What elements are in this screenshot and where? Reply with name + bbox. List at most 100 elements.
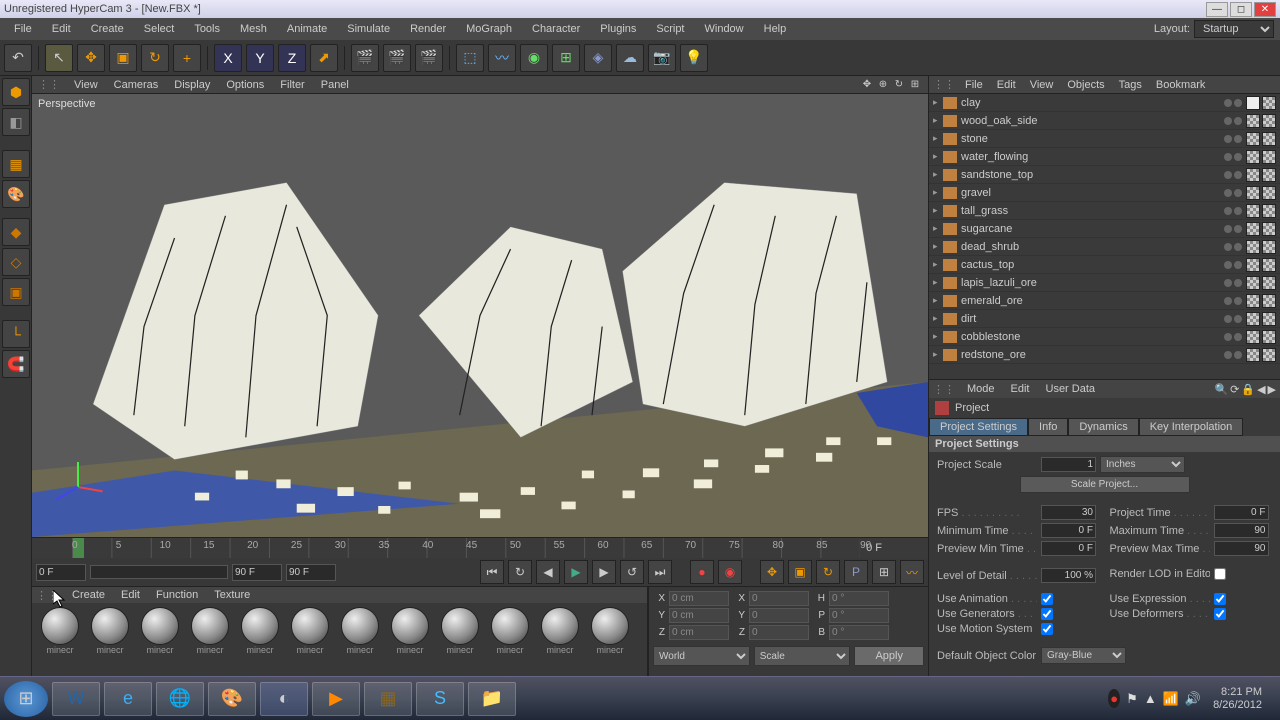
key-scale-button[interactable]: ▣ xyxy=(788,560,812,584)
goto-start-button[interactable]: ⏮ xyxy=(480,560,504,584)
coord-h[interactable] xyxy=(829,591,889,606)
vpmenu-cameras[interactable]: Cameras xyxy=(108,77,165,93)
axis-mode[interactable]: └ xyxy=(2,320,30,348)
z-axis-lock[interactable]: Z xyxy=(278,44,306,72)
loop2-button[interactable]: ↺ xyxy=(620,560,644,584)
attrmenu-user-data[interactable]: User Data xyxy=(1040,381,1102,397)
object-row[interactable]: ▸dirt xyxy=(929,310,1280,328)
menu-mesh[interactable]: Mesh xyxy=(232,20,275,38)
coord-y[interactable] xyxy=(669,608,729,623)
place-tool[interactable]: + xyxy=(173,44,201,72)
task-media[interactable]: ▶ xyxy=(312,682,360,716)
material-item[interactable]: minecr xyxy=(36,607,84,655)
lod-input[interactable] xyxy=(1041,568,1096,583)
menu-animate[interactable]: Animate xyxy=(279,20,335,38)
objmenu-view[interactable]: View xyxy=(1024,77,1060,93)
task-word[interactable]: W xyxy=(52,682,100,716)
project-scale-unit[interactable]: Inches xyxy=(1100,456,1185,473)
tray-up-icon[interactable]: ▲ xyxy=(1144,691,1157,706)
deformer-tool[interactable]: ◈ xyxy=(584,44,612,72)
autokey-button[interactable]: ◉ xyxy=(718,560,742,584)
render-settings[interactable]: 🎬 xyxy=(415,44,443,72)
preview-max-input[interactable] xyxy=(1214,541,1269,556)
play-button[interactable]: ▶ xyxy=(564,560,588,584)
material-item[interactable]: minecr xyxy=(236,607,284,655)
render-lod-checkbox[interactable] xyxy=(1214,568,1226,580)
menu-tools[interactable]: Tools xyxy=(186,20,228,38)
tray-record-icon[interactable]: ● xyxy=(1108,689,1120,708)
vp-nav-rotate-icon[interactable]: ↻ xyxy=(892,78,906,92)
object-row[interactable]: ▸tall_grass xyxy=(929,202,1280,220)
menu-render[interactable]: Render xyxy=(402,20,454,38)
object-row[interactable]: ▸water_flowing xyxy=(929,148,1280,166)
menu-window[interactable]: Window xyxy=(697,20,752,38)
task-explorer[interactable]: 📁 xyxy=(468,682,516,716)
task-skype[interactable]: S xyxy=(416,682,464,716)
material-item[interactable]: minecr xyxy=(436,607,484,655)
vp-nav-zoom-icon[interactable]: ⊕ xyxy=(876,78,890,92)
use-gen-checkbox[interactable] xyxy=(1041,608,1053,620)
attr-tab-info[interactable]: Info xyxy=(1028,418,1068,436)
max-time-input[interactable] xyxy=(1214,523,1269,538)
object-row[interactable]: ▸stone xyxy=(929,130,1280,148)
attrmenu-mode[interactable]: Mode xyxy=(961,381,1001,397)
object-row[interactable]: ▸sandstone_top xyxy=(929,166,1280,184)
make-editable[interactable]: ⬢ xyxy=(2,78,30,106)
coord-p[interactable] xyxy=(829,608,889,623)
menu-plugins[interactable]: Plugins xyxy=(592,20,644,38)
timeline-start-input[interactable] xyxy=(36,564,86,581)
default-color-select[interactable]: Gray-Blue xyxy=(1041,647,1126,664)
menu-file[interactable]: File xyxy=(6,20,40,38)
object-row[interactable]: ▸dead_shrub xyxy=(929,238,1280,256)
coord-world-select[interactable]: World xyxy=(653,646,750,666)
select-tool[interactable]: ↖ xyxy=(45,44,73,72)
render-region[interactable]: 🎬 xyxy=(383,44,411,72)
matmenu-texture[interactable]: Texture xyxy=(208,588,256,602)
model-mode[interactable]: ◧ xyxy=(2,108,30,136)
coord-scale-select[interactable]: Scale xyxy=(754,646,851,666)
material-item[interactable]: minecr xyxy=(86,607,134,655)
material-item[interactable]: minecr xyxy=(386,607,434,655)
object-row[interactable]: ▸wood_oak_side xyxy=(929,112,1280,130)
vpmenu-options[interactable]: Options xyxy=(220,77,270,93)
edge-mode[interactable]: ◇ xyxy=(2,248,30,276)
coord-y2[interactable] xyxy=(749,608,809,623)
vp-nav-layout-icon[interactable]: ⊞ xyxy=(908,78,922,92)
objmenu-objects[interactable]: Objects xyxy=(1061,77,1110,93)
step-back-button[interactable]: ◀ xyxy=(536,560,560,584)
vpmenu-view[interactable]: View xyxy=(68,77,104,93)
objmenu-file[interactable]: File xyxy=(959,77,989,93)
min-time-input[interactable] xyxy=(1041,523,1096,538)
nurbs-tool[interactable]: ◉ xyxy=(520,44,548,72)
scale-tool[interactable]: ▣ xyxy=(109,44,137,72)
record-button[interactable]: ● xyxy=(690,560,714,584)
object-mode[interactable]: ▦ xyxy=(2,150,30,178)
viewport-3d[interactable]: Perspective xyxy=(32,94,928,537)
menu-help[interactable]: Help xyxy=(756,20,795,38)
material-item[interactable]: minecr xyxy=(186,607,234,655)
object-manager[interactable]: ▸clay▸wood_oak_side▸stone▸water_flowing▸… xyxy=(929,94,1280,379)
coord-b[interactable] xyxy=(829,625,889,640)
x-axis-lock[interactable]: X xyxy=(214,44,242,72)
task-minecraft[interactable]: ▦ xyxy=(364,682,412,716)
y-axis-lock[interactable]: Y xyxy=(246,44,274,72)
vpmenu-filter[interactable]: Filter xyxy=(274,77,310,93)
polygon-mode[interactable]: ▣ xyxy=(2,278,30,306)
timeline-ruler[interactable]: 051015202530354045505560657075808590 0 F xyxy=(32,538,928,558)
project-time-input[interactable] xyxy=(1214,505,1269,520)
snap-mode[interactable]: 🧲 xyxy=(2,350,30,378)
vpmenu-display[interactable]: Display xyxy=(168,77,216,93)
minimize-button[interactable]: — xyxy=(1206,2,1228,17)
object-row[interactable]: ▸cactus_top xyxy=(929,256,1280,274)
matmenu-function[interactable]: Function xyxy=(150,588,204,602)
objmenu-bookmark[interactable]: Bookmark xyxy=(1150,77,1212,93)
menu-simulate[interactable]: Simulate xyxy=(339,20,398,38)
object-row[interactable]: ▸clay xyxy=(929,94,1280,112)
material-item[interactable]: minecr xyxy=(136,607,184,655)
taskbar-clock[interactable]: 8:21 PM8/26/2012 xyxy=(1207,686,1268,712)
use-motion-checkbox[interactable] xyxy=(1041,623,1053,635)
coord-x2[interactable] xyxy=(749,591,809,606)
key-move-button[interactable]: ✥ xyxy=(760,560,784,584)
coord-apply-button[interactable]: Apply xyxy=(854,646,924,666)
start-button[interactable]: ⊞ xyxy=(4,681,48,717)
